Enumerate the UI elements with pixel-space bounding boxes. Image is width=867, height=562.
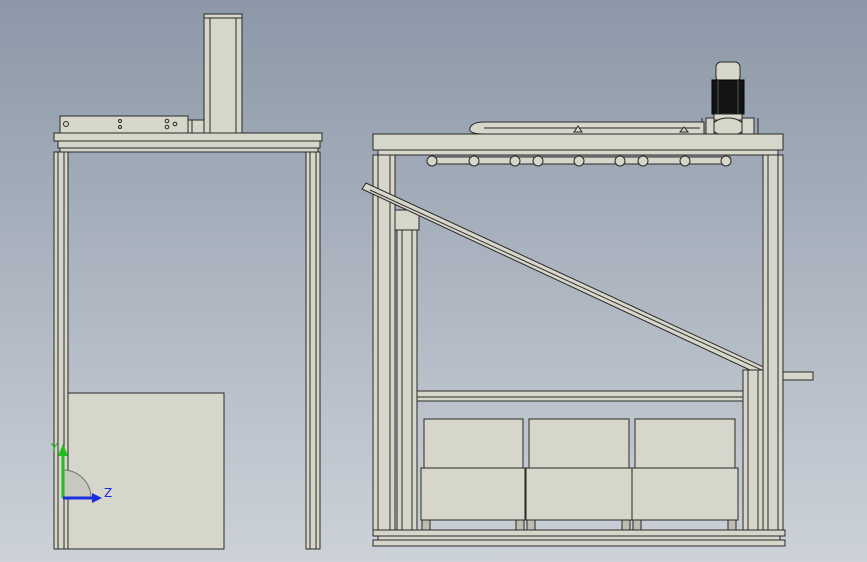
front-inner-left-post <box>394 209 420 532</box>
front-view <box>361 61 814 547</box>
front-top-beam <box>372 133 784 156</box>
cad-drawing: Y Z <box>50 13 814 550</box>
bin-3 <box>631 418 739 531</box>
front-left-post <box>372 154 396 532</box>
bin-1 <box>420 418 526 531</box>
front-inner-right-post <box>742 369 764 532</box>
side-top-plate <box>53 132 323 153</box>
top-column <box>203 13 243 137</box>
nozzle-row <box>426 155 732 167</box>
mounting-bracket <box>59 115 205 134</box>
front-right-post <box>762 154 784 532</box>
sloped-chute <box>361 182 771 378</box>
side-view <box>53 13 323 550</box>
y-axis-label: Y <box>50 441 59 455</box>
z-axis-label: Z <box>104 486 112 500</box>
front-base <box>372 529 786 547</box>
cad-viewport[interactable]: Y Z <box>0 0 867 562</box>
bin-2 <box>525 418 633 531</box>
top-pipe <box>469 121 705 135</box>
side-bin <box>67 392 225 550</box>
side-right-leg <box>305 151 321 550</box>
motor <box>701 61 759 137</box>
middle-rail <box>416 390 744 402</box>
outlet-tube <box>782 371 814 381</box>
